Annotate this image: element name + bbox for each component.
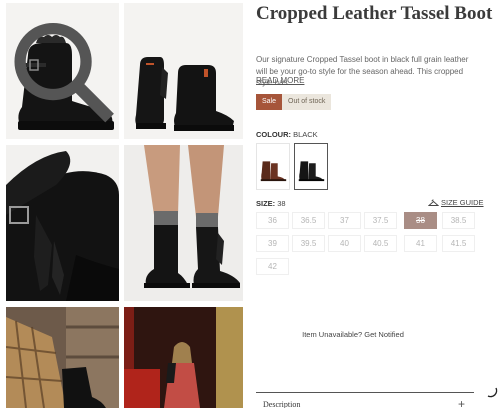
- size-option-41-5[interactable]: 41.5: [442, 235, 475, 252]
- size-guide-label: SIZE GUIDE: [441, 198, 484, 207]
- gallery-image-worn-view[interactable]: [124, 145, 243, 301]
- size-selector-label: SIZE: 38: [256, 199, 286, 208]
- brown-boot-thumbnail: [260, 161, 287, 182]
- boot-pair-illustration: [124, 3, 243, 139]
- sale-badge: Sale: [256, 94, 283, 110]
- size-label: SIZE:: [256, 199, 276, 208]
- read-more-link[interactable]: READ MORE: [256, 76, 304, 85]
- gallery-image-pair-view[interactable]: [124, 3, 243, 139]
- gallery-image-lifestyle-doorway[interactable]: [124, 307, 243, 408]
- stock-status-badge: Out of stock: [282, 94, 332, 110]
- size-option-40-5[interactable]: 40.5: [364, 235, 397, 252]
- size-option-36[interactable]: 36: [256, 212, 289, 229]
- colour-selector-label: COLOUR: BLACK: [256, 130, 318, 139]
- size-option-40[interactable]: 40: [328, 235, 361, 252]
- hanger-icon: [427, 199, 440, 206]
- gallery-image-side-view[interactable]: [6, 3, 119, 139]
- product-title: Cropped Leather Tassel Boot: [256, 3, 493, 24]
- size-option-42[interactable]: 42: [256, 258, 289, 275]
- gallery-image-lifestyle-tartan[interactable]: [6, 307, 119, 408]
- gallery-image-detail-view[interactable]: [6, 145, 119, 301]
- size-option-38-5[interactable]: 38.5: [442, 212, 475, 229]
- size-option-36-5[interactable]: 36.5: [292, 212, 325, 229]
- size-option-37[interactable]: 37: [328, 212, 361, 229]
- lifestyle-tartan-illustration: [6, 307, 119, 408]
- colour-value: BLACK: [293, 130, 318, 139]
- spinner-icon: [487, 387, 498, 398]
- size-option-37-5[interactable]: 37.5: [364, 212, 397, 229]
- colour-swatch-brown[interactable]: [256, 143, 290, 190]
- get-notified-link[interactable]: Item Unavailable? Get Notified: [256, 330, 450, 339]
- description-accordion-label[interactable]: Description: [263, 400, 300, 408]
- size-guide-link[interactable]: SIZE GUIDE: [427, 198, 484, 207]
- size-option-41[interactable]: 41: [404, 235, 437, 252]
- size-option-38[interactable]: 38: [404, 212, 437, 229]
- accordion-divider: [256, 392, 474, 393]
- boot-detail-illustration: [6, 145, 119, 301]
- boot-worn-illustration: [124, 145, 243, 301]
- black-boot-thumbnail: [298, 161, 325, 182]
- magnifier-icon[interactable]: [6, 3, 119, 139]
- size-value: 38: [277, 199, 286, 208]
- colour-swatch-black[interactable]: [294, 143, 328, 190]
- size-option-39[interactable]: 39: [256, 235, 289, 252]
- colour-label: COLOUR:: [256, 130, 291, 139]
- lifestyle-doorway-illustration: [124, 307, 243, 408]
- size-option-39-5[interactable]: 39.5: [292, 235, 325, 252]
- plus-icon[interactable]: +: [458, 397, 465, 408]
